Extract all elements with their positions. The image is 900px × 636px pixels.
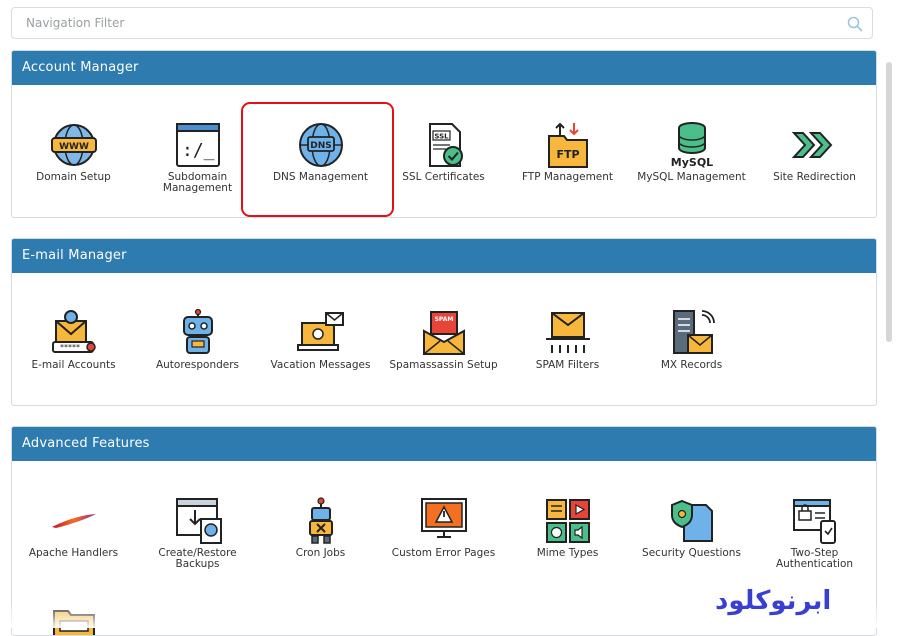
spamassassin-setup-label: Spamassassin Setup xyxy=(389,359,498,371)
cron-jobs-label: Cron Jobs xyxy=(295,547,346,559)
autoresponders-label: Autoresponders xyxy=(155,359,240,371)
mx-server-icon xyxy=(672,310,715,354)
mime-types-label: Mime Types xyxy=(536,547,599,559)
scrollbar[interactable] xyxy=(885,50,893,628)
svg-text:WWW: WWW xyxy=(59,142,89,152)
svg-text::/_: :/_ xyxy=(182,140,215,161)
error-monitor-icon xyxy=(420,498,467,538)
ftp-folder-icon: FTP xyxy=(547,122,588,168)
apache-handlers-item[interactable]: Apache Handlers xyxy=(12,497,135,559)
domain-setup-label: Domain Setup xyxy=(36,171,111,183)
robot-icon xyxy=(182,309,213,354)
email-manager-header: E-mail Manager xyxy=(12,239,876,273)
ftp-management-label: FTP Management xyxy=(521,171,614,183)
media-types-icon xyxy=(545,499,590,543)
site-redirection-label: Site Redirection xyxy=(773,171,856,183)
ftp-management-item[interactable]: FTP FTP Management xyxy=(506,121,629,183)
svg-text:SSL: SSL xyxy=(434,133,449,141)
brand-watermark: ابرنوکلود xyxy=(715,586,832,616)
backup-icon xyxy=(175,498,222,544)
scrollbar-thumb[interactable] xyxy=(886,62,892,342)
create-restore-backups-item[interactable]: Create/Restore Backups xyxy=(136,497,259,570)
security-questions-label: Security Questions xyxy=(642,547,741,559)
advanced-features-header: Advanced Features xyxy=(12,427,876,461)
navigation-filter[interactable] xyxy=(11,7,873,39)
robot-clock-icon xyxy=(308,497,333,544)
two-step-authentication-item[interactable]: Two-Step Authentication xyxy=(753,497,876,570)
custom-error-pages-item[interactable]: Custom Error Pages xyxy=(382,497,505,559)
spam-filters-label: SPAM Filters xyxy=(535,359,600,371)
dns-management-highlight xyxy=(241,102,394,217)
vacation-messages-label: Vacation Messages xyxy=(270,359,371,371)
security-questions-item[interactable]: Security Questions xyxy=(630,497,753,559)
security-shield-icon xyxy=(670,499,713,542)
site-redirection-item[interactable]: Site Redirection xyxy=(753,121,876,183)
cron-jobs-item[interactable]: Cron Jobs xyxy=(259,497,382,559)
two-step-authentication-label: Two-Step Authentication xyxy=(775,547,854,570)
search-icon[interactable] xyxy=(847,16,863,32)
email-manager-panel: E-mail Manager ***** E-mail Accounts Aut… xyxy=(11,238,877,406)
ssl-certificate-icon: SSL xyxy=(428,123,463,167)
svg-text:*****: ***** xyxy=(60,343,80,352)
email-accounts-item[interactable]: ***** E-mail Accounts xyxy=(12,309,135,371)
ssl-certificates-item[interactable]: SSL SSL Certificates xyxy=(382,121,505,183)
vacation-messages-item[interactable]: Vacation Messages xyxy=(259,309,382,371)
spamassassin-setup-item[interactable]: SPAM Spamassassin Setup xyxy=(382,309,505,371)
mx-records-item[interactable]: MX Records xyxy=(630,309,753,371)
domain-setup-item[interactable]: WWW Domain Setup xyxy=(12,121,135,183)
globe-www-icon: WWW xyxy=(50,124,97,166)
spam-envelope-icon: SPAM xyxy=(422,311,465,355)
spam-filter-icon xyxy=(545,312,590,353)
navigation-filter-input[interactable] xyxy=(26,16,826,30)
redirect-arrows-icon xyxy=(791,132,832,158)
spam-filters-item[interactable]: SPAM Filters xyxy=(506,309,629,371)
email-accounts-label: E-mail Accounts xyxy=(31,359,116,371)
apache-feather-icon xyxy=(51,514,96,528)
account-manager-panel: Account Manager WWW Domain Setup :/_ Sub… xyxy=(11,50,877,218)
apache-handlers-label: Apache Handlers xyxy=(28,547,119,559)
mx-records-label: MX Records xyxy=(660,359,723,371)
mime-types-item[interactable]: Mime Types xyxy=(506,497,629,559)
autoresponders-item[interactable]: Autoresponders xyxy=(136,309,259,371)
mysql-management-item[interactable]: MySQL MySQL Management xyxy=(630,121,753,183)
svg-text:SPAM: SPAM xyxy=(434,316,453,323)
account-manager-header: Account Manager xyxy=(12,51,876,85)
custom-error-pages-label: Custom Error Pages xyxy=(391,547,496,559)
two-step-lock-icon xyxy=(792,499,836,544)
ssl-certificates-label: SSL Certificates xyxy=(402,171,485,183)
terminal-window-icon: :/_ xyxy=(175,123,220,167)
svg-text:MySQL: MySQL xyxy=(670,156,712,169)
create-restore-backups-label: Create/Restore Backups xyxy=(158,547,237,570)
mysql-database-icon: MySQL xyxy=(670,122,713,169)
mysql-management-label: MySQL Management xyxy=(637,171,746,183)
laptop-mail-icon xyxy=(296,312,344,351)
email-account-icon: ***** xyxy=(51,310,96,353)
svg-text:FTP: FTP xyxy=(556,148,579,161)
